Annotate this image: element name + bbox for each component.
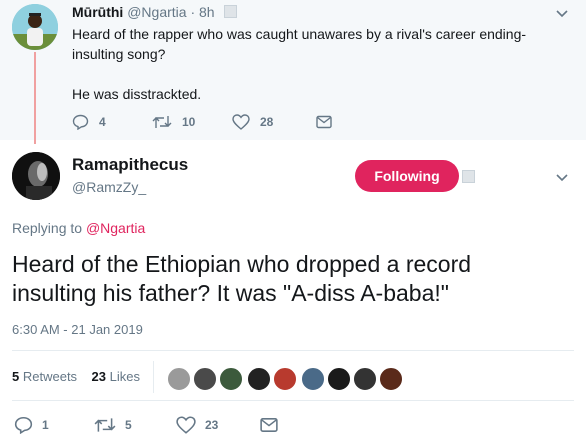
verified-badge-icon xyxy=(224,5,238,18)
like-icon xyxy=(232,114,250,130)
reply-icon xyxy=(14,416,33,434)
retweets-stat[interactable]: 5 Retweets xyxy=(12,369,77,384)
main-retweet-count: 5 xyxy=(125,418,132,432)
liker-avatar[interactable] xyxy=(300,366,326,392)
main-tweet-text: Heard of the Ethiopian who dropped a rec… xyxy=(12,250,572,308)
main-reply-button[interactable]: 1 xyxy=(14,416,94,434)
main-retweet-button[interactable]: 5 xyxy=(94,416,176,434)
parent-text-line: insulting song? xyxy=(72,46,166,62)
parent-actions: 4 10 28 xyxy=(72,112,332,132)
parent-text-line: He was disstrackted. xyxy=(72,86,202,102)
parent-like-count: 28 xyxy=(260,115,274,129)
liker-avatar[interactable] xyxy=(218,366,244,392)
retweets-count: 5 xyxy=(12,369,20,384)
divider xyxy=(12,400,574,401)
chevron-down-icon[interactable] xyxy=(556,10,568,18)
replying-to-link[interactable]: @Ngartia xyxy=(86,220,145,236)
following-button[interactable]: Following xyxy=(355,160,459,192)
direct-message-icon xyxy=(260,418,278,432)
parent-tweet[interactable]: Mūrūthi @Ngartia · 8h Heard of the rappe… xyxy=(0,0,586,140)
thread-connector xyxy=(34,52,36,144)
main-reply-count: 1 xyxy=(42,418,49,432)
verified-badge-icon xyxy=(462,170,475,183)
parent-author-handle[interactable]: @Ngartia xyxy=(127,4,186,20)
liker-avatar[interactable] xyxy=(166,366,192,392)
parent-text-line: Heard of the rapper who was caught unawa… xyxy=(72,26,527,42)
parent-tweet-text: Heard of the rapper who was caught unawa… xyxy=(72,24,552,104)
main-like-count: 23 xyxy=(205,418,219,432)
parent-retweet-count: 10 xyxy=(182,115,196,129)
reply-icon xyxy=(72,114,89,130)
liker-avatar[interactable] xyxy=(272,366,298,392)
retweet-icon xyxy=(152,116,172,128)
stats-separator xyxy=(153,361,154,393)
parent-like-button[interactable]: 28 xyxy=(232,114,316,130)
main-text-line: Heard of the Ethiopian who dropped a rec… xyxy=(12,251,472,277)
likes-label: Likes xyxy=(109,369,140,384)
parent-author-name[interactable]: Mūrūthi xyxy=(72,4,123,20)
main-text-line: insulting his father? It was "A-diss A-b… xyxy=(12,280,449,306)
parent-dm-button[interactable] xyxy=(316,115,332,129)
replying-to: Replying to @Ngartia xyxy=(12,220,145,236)
main-avatar[interactable] xyxy=(12,152,60,200)
parent-avatar[interactable] xyxy=(12,4,58,50)
main-dm-button[interactable] xyxy=(260,417,278,433)
main-timestamp[interactable]: 6:30 AM - 21 Jan 2019 xyxy=(12,322,143,337)
parent-timestamp[interactable]: 8h xyxy=(199,4,215,20)
liker-avatar[interactable] xyxy=(246,366,272,392)
liker-avatar[interactable] xyxy=(378,366,404,392)
like-icon xyxy=(176,416,196,434)
replying-prefix: Replying to xyxy=(12,220,83,236)
parent-separator: · xyxy=(190,4,196,20)
divider xyxy=(12,350,574,351)
parent-reply-count: 4 xyxy=(99,115,106,129)
liker-avatar[interactable] xyxy=(192,366,218,392)
main-author-name[interactable]: Ramapithecus xyxy=(72,155,188,175)
likes-stat[interactable]: 23 Likes xyxy=(92,369,140,384)
main-actions: 1 5 23 xyxy=(14,414,278,436)
direct-message-icon xyxy=(316,115,332,129)
retweet-icon xyxy=(94,418,116,432)
parent-header: Mūrūthi @Ngartia · 8h xyxy=(72,4,238,20)
parent-reply-button[interactable]: 4 xyxy=(72,114,152,130)
liker-avatar[interactable] xyxy=(352,366,378,392)
parent-retweet-button[interactable]: 10 xyxy=(152,114,232,130)
main-author-handle[interactable]: @RamzZy_ xyxy=(72,179,146,195)
main-like-button[interactable]: 23 xyxy=(176,416,260,434)
likes-count: 23 xyxy=(91,369,106,384)
liker-avatar[interactable] xyxy=(326,366,352,392)
engagement-stats: 5 Retweets 23 Likes xyxy=(12,369,140,384)
chevron-down-icon[interactable] xyxy=(556,174,568,182)
retweets-label: Retweets xyxy=(22,369,78,384)
